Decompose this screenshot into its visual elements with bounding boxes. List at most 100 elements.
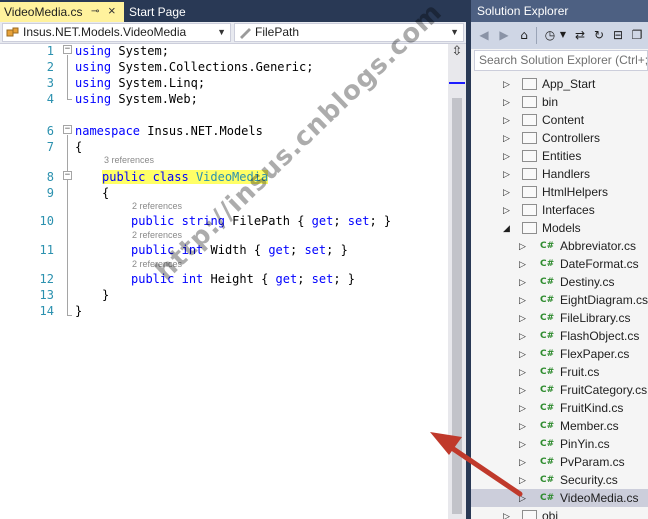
collapse-all-icon[interactable]: ⊟ [610, 27, 626, 43]
tree-item[interactable]: ▷ C# Abbreviator.cs [471, 237, 648, 255]
chevron-down-icon[interactable]: ▼ [555, 27, 571, 43]
code-line-14: } [75, 304, 82, 318]
code-text-area[interactable]: 1 2 3 4 6 7 8 9 10 11 12 13 14 − − − usi… [0, 44, 448, 519]
codelens-references[interactable]: 2 references [132, 259, 182, 269]
folder-icon [522, 114, 537, 126]
tree-item[interactable]: ▷ HtmlHelpers [471, 183, 648, 201]
tree-item[interactable]: ▷ Content [471, 111, 648, 129]
tree-item[interactable]: ▷ Interfaces [471, 201, 648, 219]
tree-item[interactable]: ▷ C# FlexPaper.cs [471, 345, 648, 363]
collapsed-arrow-icon[interactable]: ▷ [503, 93, 513, 111]
tree-item-label: Security.cs [560, 473, 618, 487]
tree-item-label: FlashObject.cs [560, 329, 640, 343]
tree-item[interactable]: ▷ C# DateFormat.cs [471, 255, 648, 273]
collapsed-arrow-icon[interactable]: ▷ [519, 417, 529, 435]
collapsed-arrow-icon[interactable]: ▷ [519, 453, 529, 471]
tree-item[interactable]: ▷ C# PvParam.cs [471, 453, 648, 471]
collapsed-arrow-icon[interactable]: ▷ [503, 507, 513, 519]
tree-item[interactable]: ▷ bin [471, 93, 648, 111]
line-number: 4 [46, 92, 54, 106]
member-dropdown[interactable]: FilePath ▼ [234, 23, 464, 42]
close-icon[interactable]: × [108, 2, 116, 20]
collapse-usings-icon[interactable]: − [63, 45, 72, 54]
tree-item[interactable]: ▷ C# Member.cs [471, 417, 648, 435]
code-text: System; [111, 44, 169, 58]
code-line-6: namespace Insus.NET.Models [75, 124, 263, 138]
vertical-scrollbar[interactable]: ⇳ [448, 44, 466, 519]
codelens-references[interactable]: 2 references [132, 230, 182, 240]
panel-title: Solution Explorer [471, 0, 648, 22]
class-icon [6, 27, 19, 37]
tree-item[interactable]: ▷ obj [471, 507, 648, 519]
tree-item[interactable]: ◢ Models [471, 219, 648, 237]
collapsed-arrow-icon[interactable]: ▷ [503, 147, 513, 165]
tree-item[interactable]: ▷ C# FruitKind.cs [471, 399, 648, 417]
tree-item[interactable]: ▷ C# FlashObject.cs [471, 327, 648, 345]
csharp-file-icon: C# [540, 313, 555, 323]
back-icon[interactable]: ◀ [476, 27, 492, 43]
tree-item[interactable]: ▷ C# FileLibrary.cs [471, 309, 648, 327]
collapsed-arrow-icon[interactable]: ▷ [503, 201, 513, 219]
collapsed-arrow-icon[interactable]: ▷ [519, 237, 529, 255]
tree-item[interactable]: ▷ C# FruitCategory.cs [471, 381, 648, 399]
tree-item[interactable]: ▷ Entities [471, 147, 648, 165]
tree-item[interactable]: ▷ C# PinYin.cs [471, 435, 648, 453]
class-dropdown[interactable]: Insus.NET.Models.VideoMedia ▼ [2, 23, 231, 42]
forward-icon[interactable]: ▶ [496, 27, 512, 43]
collapsed-arrow-icon[interactable]: ▷ [519, 435, 529, 453]
keyword: using [75, 60, 112, 74]
collapsed-arrow-icon[interactable]: ▷ [519, 471, 529, 489]
tree-item[interactable]: ▷ C# Security.cs [471, 471, 648, 489]
tree-item-label: App_Start [542, 77, 596, 91]
split-window-icon[interactable]: ⇳ [451, 45, 463, 61]
tree-item-label: bin [542, 95, 559, 109]
collapsed-arrow-icon[interactable]: ▷ [503, 129, 513, 147]
collapsed-arrow-icon[interactable]: ▷ [519, 363, 529, 381]
collapsed-arrow-icon[interactable]: ▷ [519, 399, 529, 417]
collapse-class-icon[interactable]: − [63, 171, 72, 180]
code-line-8: public class VideoMedia [102, 170, 269, 184]
keyword: public [102, 170, 146, 184]
collapsed-arrow-icon[interactable]: ▷ [519, 327, 529, 345]
tree-item-label: FlexPaper.cs [560, 347, 630, 361]
tree-item-label: Models [542, 221, 581, 235]
collapse-namespace-icon[interactable]: − [63, 125, 72, 134]
collapsed-arrow-icon[interactable]: ▷ [519, 309, 529, 327]
tree-item[interactable]: ▷ C# Fruit.cs [471, 363, 648, 381]
chevron-down-icon: ▼ [450, 27, 459, 37]
code-text: Width { [203, 243, 269, 257]
codelens-references[interactable]: 3 references [104, 155, 154, 165]
collapsed-arrow-icon[interactable]: ▷ [503, 111, 513, 129]
expanded-arrow-icon[interactable]: ◢ [503, 219, 513, 237]
tree-item[interactable]: ▷ Handlers [471, 165, 648, 183]
tree-item[interactable]: ▷ Controllers [471, 129, 648, 147]
scrollbar-thumb[interactable] [452, 98, 462, 514]
sync-icon[interactable]: ⇄ [572, 27, 588, 43]
collapsed-arrow-icon[interactable]: ▷ [519, 489, 529, 507]
show-all-files-icon[interactable]: ❐ [629, 27, 645, 43]
collapsed-arrow-icon[interactable]: ▷ [503, 75, 513, 93]
collapsed-arrow-icon[interactable]: ▷ [503, 165, 513, 183]
keyword: set [347, 214, 370, 228]
tab-start-page[interactable]: Start Page [124, 2, 224, 22]
tree-item[interactable]: ▷ C# EightDiagram.cs [471, 291, 648, 309]
collapsed-arrow-icon[interactable]: ▷ [519, 273, 529, 291]
tree-item[interactable]: ▷ C# VideoMedia.cs [471, 489, 648, 507]
collapsed-arrow-icon[interactable]: ▷ [519, 381, 529, 399]
collapsed-arrow-icon[interactable]: ▷ [503, 183, 513, 201]
tree-item[interactable]: ▷ C# Destiny.cs [471, 273, 648, 291]
search-solution-explorer-input[interactable]: Search Solution Explorer (Ctrl+;) [474, 50, 648, 71]
pin-icon[interactable]: ⊸ [91, 3, 99, 21]
collapsed-arrow-icon[interactable]: ▷ [519, 345, 529, 363]
folder-icon [522, 78, 537, 90]
tab-label: Start Page [129, 5, 186, 19]
tree-item-label: FruitCategory.cs [560, 383, 648, 397]
refresh-icon[interactable]: ↻ [591, 27, 607, 43]
home-icon[interactable]: ⌂ [516, 27, 532, 43]
codelens-references[interactable]: 2 references [132, 201, 182, 211]
collapsed-arrow-icon[interactable]: ▷ [519, 291, 529, 309]
tree-item-label: Member.cs [560, 419, 619, 433]
tree-item[interactable]: ▷ App_Start [471, 75, 648, 93]
tab-videomedia-cs[interactable]: VideoMedia.cs ⊸ × [0, 2, 124, 22]
collapsed-arrow-icon[interactable]: ▷ [519, 255, 529, 273]
